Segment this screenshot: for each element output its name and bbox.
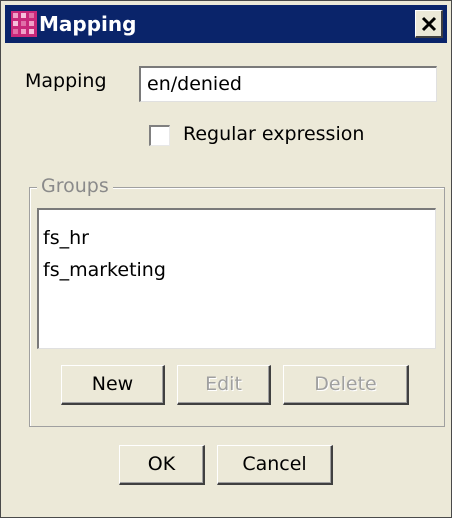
ok-button[interactable]: OK [119,445,205,485]
mapping-input[interactable]: en/denied [139,66,437,102]
regex-checkbox[interactable] [149,125,170,146]
groups-legend: Groups [37,175,113,197]
title-bar[interactable]: Mapping [5,5,447,43]
groups-list[interactable]: fs_hr fs_marketing [37,208,436,349]
close-button[interactable] [415,10,443,38]
new-button[interactable]: New [61,365,165,405]
regex-label[interactable]: Regular expression [183,123,364,145]
window-title: Mapping [39,12,137,36]
list-item[interactable]: fs_hr [39,222,435,254]
list-item[interactable]: fs_marketing [39,254,435,286]
edit-button[interactable]: Edit [177,365,271,405]
app-icon [11,11,37,37]
delete-button[interactable]: Delete [283,365,409,405]
mapping-dialog: Mapping Mapping en/denied Regular expres… [0,0,452,518]
mapping-label: Mapping [25,70,107,92]
close-icon [421,16,437,32]
cancel-button[interactable]: Cancel [217,445,333,485]
